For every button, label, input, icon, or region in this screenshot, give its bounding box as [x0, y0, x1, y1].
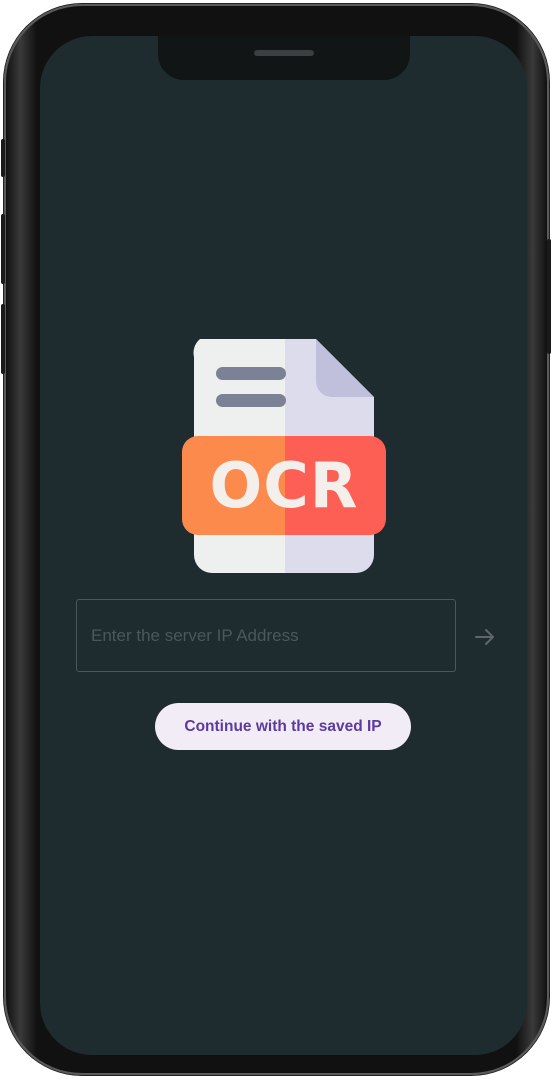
text-line-2 [216, 394, 286, 407]
phone-frame: OCR Continue with the saved IP [1, 4, 551, 1075]
continue-saved-ip-button[interactable]: Continue with the saved IP [155, 703, 411, 750]
speaker-grille [254, 50, 314, 56]
arrow-right-icon [475, 629, 494, 645]
submit-ip-button[interactable] [470, 624, 500, 650]
notch [158, 36, 410, 80]
volume-down-button [1, 304, 5, 374]
text-line-1 [216, 367, 286, 380]
server-ip-input[interactable] [76, 599, 456, 672]
page-fold [316, 339, 374, 397]
mute-switch [1, 139, 5, 177]
app-screen: OCR Continue with the saved IP [40, 36, 527, 1055]
ocr-file-icon: OCR [182, 339, 386, 573]
volume-up-button [1, 214, 5, 284]
ocr-label: OCR [210, 449, 359, 522]
power-button [547, 239, 551, 354]
